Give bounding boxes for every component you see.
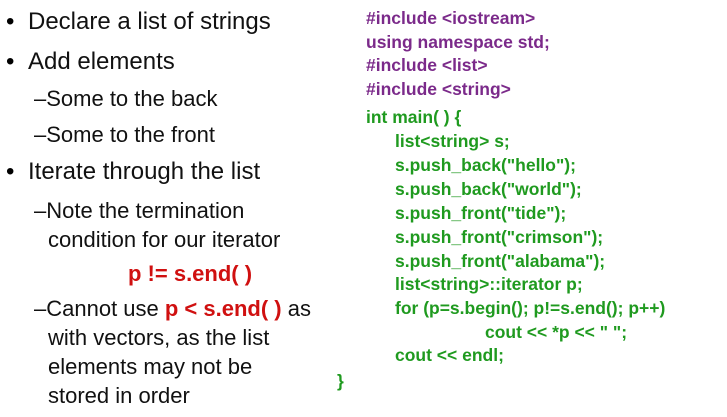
code-line-closing-brace: } bbox=[337, 371, 344, 391]
code-line-for-loop: for (p=s.begin(); p!=s.end(); p++) bbox=[395, 298, 666, 318]
code-line-iterator-decl: list<string>::iterator p; bbox=[395, 274, 583, 294]
code-line-push-back-world: s.push_back("world"); bbox=[395, 179, 582, 199]
code-line-main: int main( ) { bbox=[366, 107, 462, 127]
code-listing: #include <iostream> using namespace std;… bbox=[0, 0, 727, 417]
code-line-include-iostream: #include <iostream> bbox=[366, 8, 536, 28]
code-line-push-front-alabama: s.push_front("alabama"); bbox=[395, 251, 606, 271]
code-line-list-decl: list<string> s; bbox=[395, 131, 510, 151]
code-line-include-list: #include <list> bbox=[366, 55, 488, 75]
code-line-using-namespace: using namespace std; bbox=[366, 32, 550, 52]
code-line-cout-endl: cout << endl; bbox=[395, 345, 504, 365]
code-line-include-string: #include <string> bbox=[366, 79, 511, 99]
code-line-push-front-crimson: s.push_front("crimson"); bbox=[395, 227, 604, 247]
code-line-cout-p: cout << *p << " "; bbox=[485, 322, 628, 342]
code-line-push-back-hello: s.push_back("hello"); bbox=[395, 155, 576, 175]
code-line-push-front-tide: s.push_front("tide"); bbox=[395, 203, 567, 223]
